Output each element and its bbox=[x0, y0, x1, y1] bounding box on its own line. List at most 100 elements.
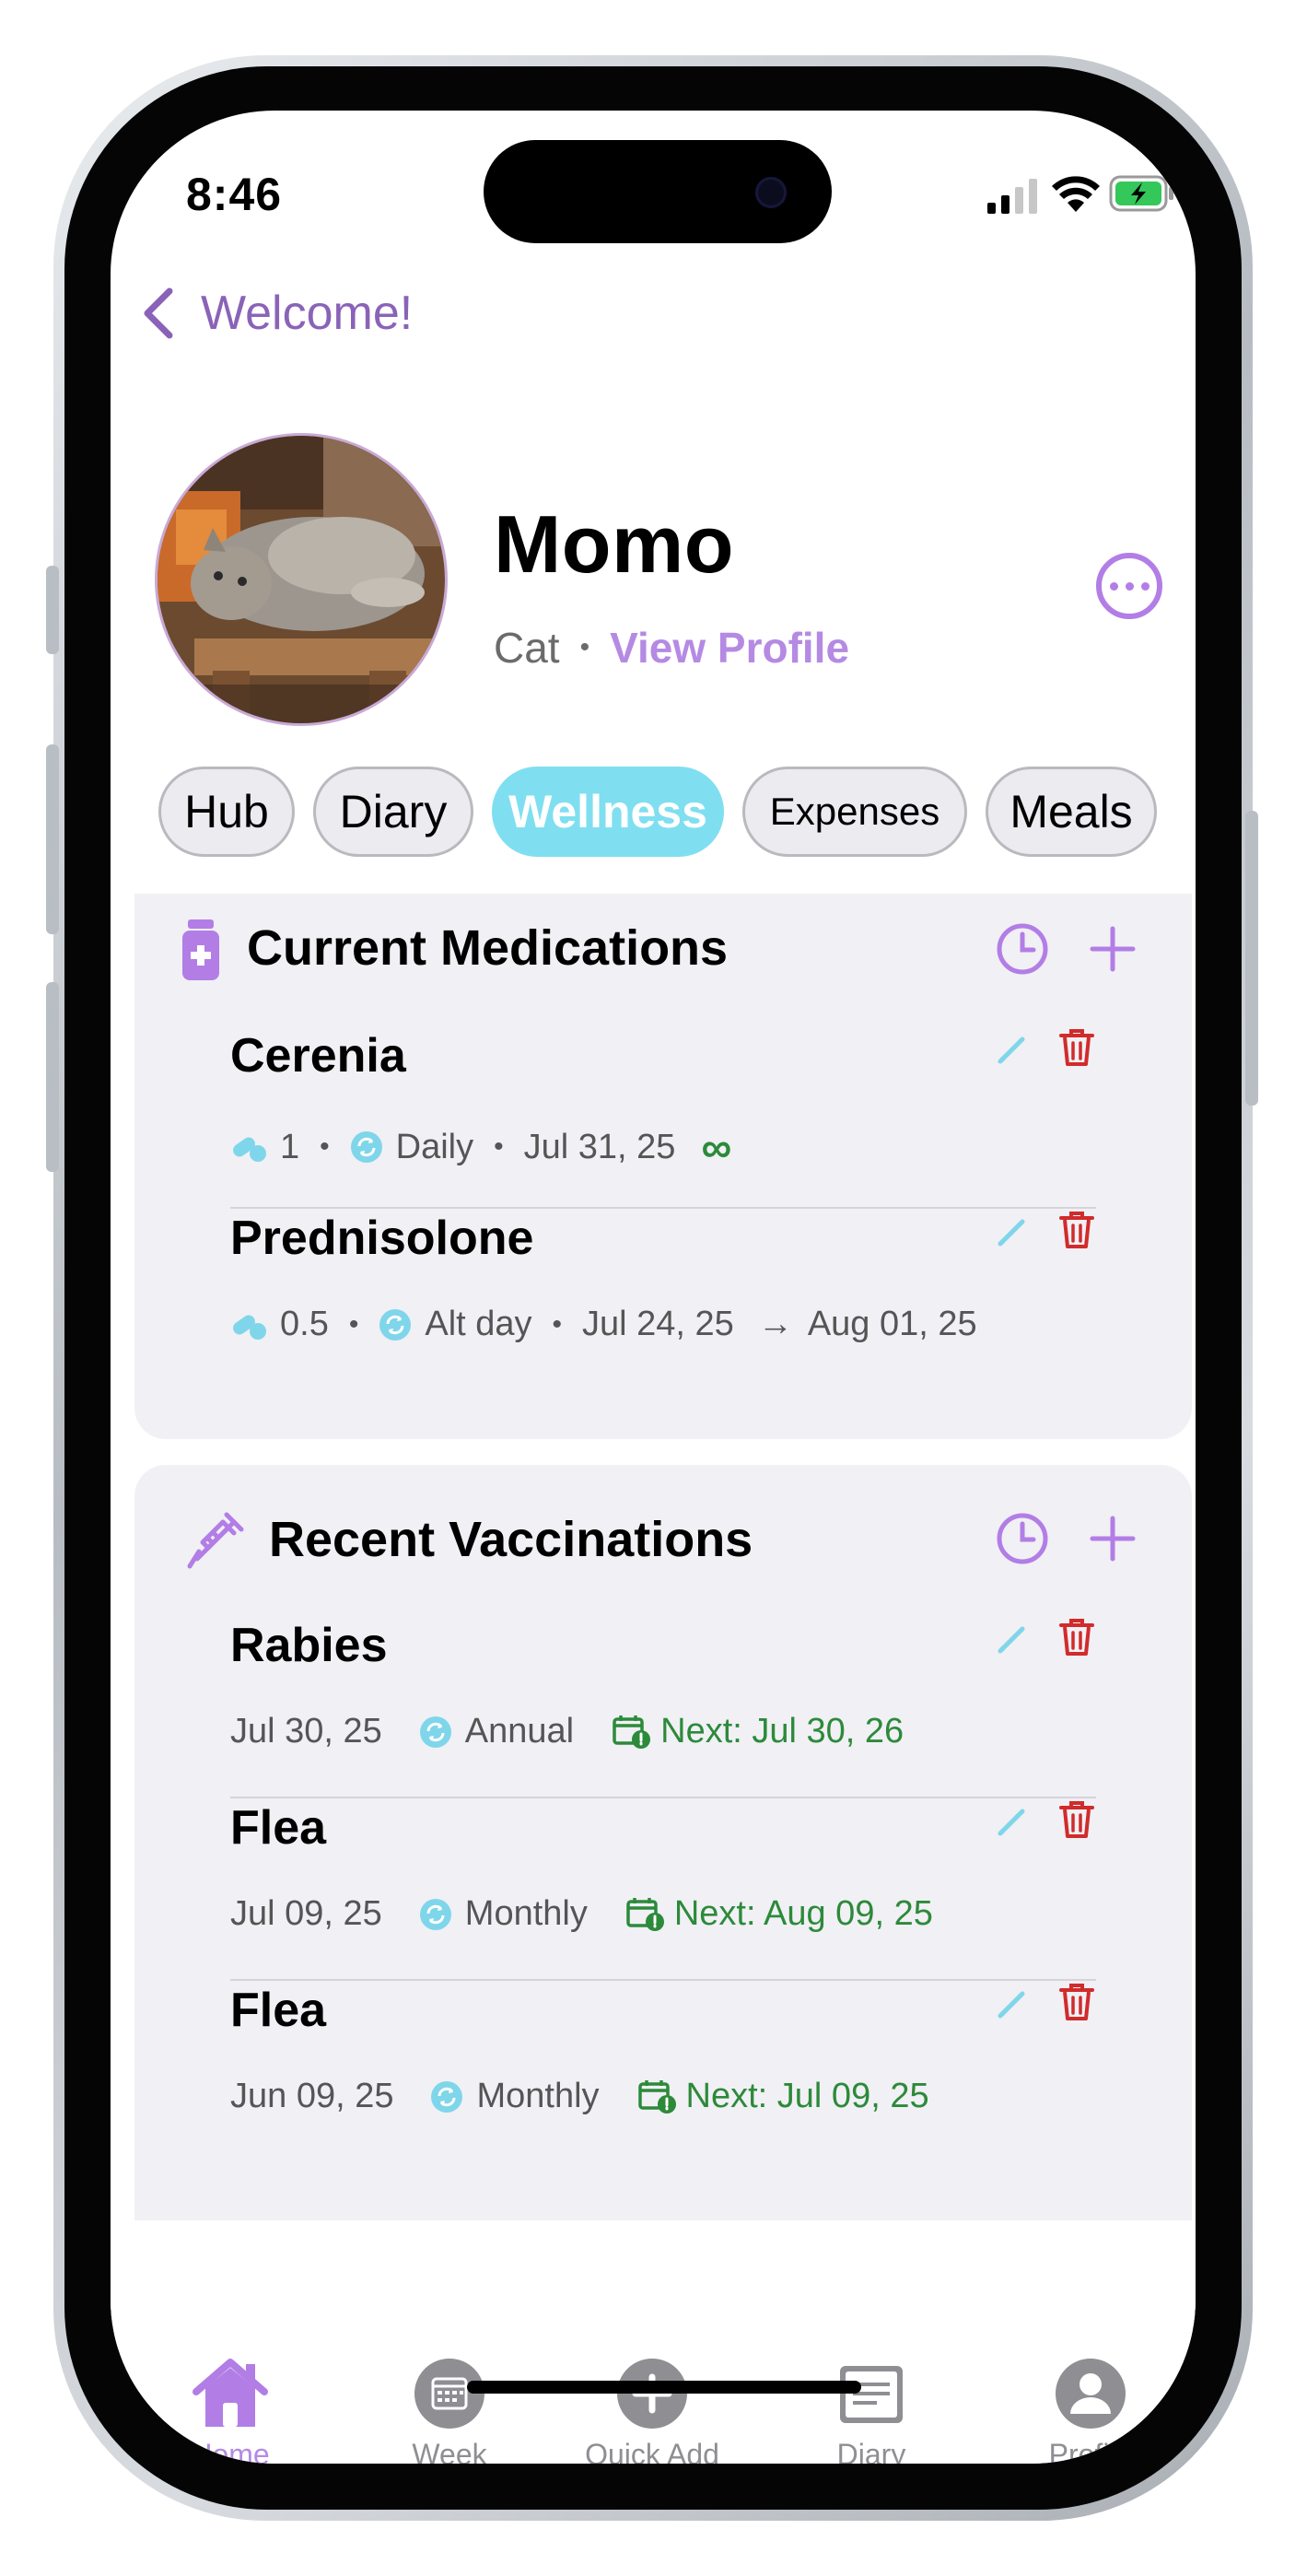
frequency: Alt day bbox=[425, 1305, 532, 1343]
back-button[interactable]: Welcome! bbox=[138, 286, 413, 341]
start-date: Jul 31, 25 bbox=[523, 1127, 676, 1166]
pet-species: Cat bbox=[494, 624, 560, 672]
ellipsis-dot bbox=[1140, 581, 1149, 591]
next-due-date: Next: Jul 09, 25 bbox=[685, 2077, 929, 2115]
volume-up-button bbox=[46, 744, 59, 934]
pills-icon bbox=[233, 1137, 266, 1162]
next-due-date: Next: Jul 30, 26 bbox=[660, 1712, 904, 1751]
separator-dot: • bbox=[320, 1131, 330, 1162]
edit-pencil-icon[interactable] bbox=[995, 1032, 1030, 1067]
separator-dot: • bbox=[348, 1308, 359, 1340]
repeat-icon bbox=[431, 2080, 463, 2113]
ellipsis-icon bbox=[1109, 581, 1118, 591]
vaccine-date: Jul 09, 25 bbox=[230, 1894, 382, 1933]
separator-dot: • bbox=[552, 1308, 563, 1340]
separator-dot: • bbox=[579, 632, 590, 662]
tabbar-home[interactable]: Home bbox=[129, 2357, 332, 2464]
chevron-left-icon bbox=[144, 287, 173, 339]
power-button bbox=[1245, 811, 1258, 1106]
repeat-icon bbox=[419, 1898, 451, 1930]
back-label: Welcome! bbox=[201, 287, 414, 340]
medication-details: 0.5 • Alt day • Jul 24, 25 → Aug 01, 25 bbox=[230, 1305, 977, 1344]
edit-pencil-icon[interactable] bbox=[995, 1986, 1030, 2021]
tabbar-profile[interactable]: Profile bbox=[989, 2357, 1192, 2464]
delete-trash-icon[interactable] bbox=[1059, 1211, 1094, 1249]
tabbar-label: Home bbox=[191, 2438, 270, 2464]
edit-pencil-icon[interactable] bbox=[995, 1622, 1030, 1657]
infinity-icon: ∞ bbox=[701, 1123, 732, 1171]
frequency: Monthly bbox=[464, 1894, 588, 1933]
calendar-icon bbox=[414, 2359, 484, 2429]
frequency: Annual bbox=[464, 1712, 575, 1751]
wifi-icon bbox=[1052, 176, 1100, 212]
add-medication-icon[interactable] bbox=[1085, 921, 1140, 977]
history-clock-icon[interactable] bbox=[995, 921, 1050, 977]
frequency: Daily bbox=[395, 1127, 474, 1166]
tabbar-label: Quick Add bbox=[585, 2438, 719, 2464]
arrow-right-icon: → bbox=[757, 1305, 793, 1343]
medications-title: Current Medications bbox=[247, 920, 729, 976]
history-clock-icon[interactable] bbox=[995, 1511, 1050, 1566]
plus-circle-icon bbox=[617, 2359, 687, 2429]
home-indicator bbox=[467, 2381, 861, 2394]
more-options-button[interactable] bbox=[1096, 553, 1162, 619]
calendar-due-icon bbox=[637, 2079, 676, 2113]
end-date: Aug 01, 25 bbox=[807, 1305, 977, 1343]
tab-wellness[interactable]: Wellness bbox=[492, 767, 724, 857]
delete-trash-icon[interactable] bbox=[1059, 1800, 1094, 1839]
status-time: 8:46 bbox=[186, 169, 283, 220]
repeat-icon bbox=[419, 1715, 451, 1748]
start-date: Jul 24, 25 bbox=[582, 1305, 734, 1343]
syringe-icon bbox=[187, 1512, 244, 1569]
delete-trash-icon[interactable] bbox=[1059, 1618, 1094, 1657]
tabbar-label: Profile bbox=[1048, 2438, 1133, 2464]
pet-name: Momo bbox=[494, 498, 735, 590]
divider bbox=[230, 1979, 1096, 1981]
vaccine-name: Rabies bbox=[230, 1619, 388, 1672]
delete-trash-icon[interactable] bbox=[1059, 1028, 1094, 1067]
person-icon bbox=[1056, 2359, 1126, 2429]
vaccine-details: Jul 09, 25 Monthly Next: Aug 09, 25 bbox=[230, 1894, 933, 1934]
tabbar-diary[interactable]: Diary bbox=[770, 2357, 973, 2464]
app-screen: 8:46 Welcome! Momo Cat • View Profile Hu… bbox=[111, 111, 1196, 2464]
pills-icon bbox=[233, 1315, 266, 1340]
delete-trash-icon[interactable] bbox=[1059, 1983, 1094, 2021]
repeat-icon bbox=[350, 1131, 382, 1163]
cat-photo bbox=[158, 436, 445, 723]
calendar-due-icon bbox=[613, 1715, 651, 1749]
divider bbox=[230, 1207, 1096, 1209]
edit-pencil-icon[interactable] bbox=[995, 1214, 1030, 1249]
volume-down-button bbox=[46, 982, 59, 1172]
home-icon bbox=[193, 2359, 268, 2427]
pill-bottle-icon bbox=[182, 919, 219, 980]
vaccinations-title: Recent Vaccinations bbox=[269, 1512, 753, 1567]
view-profile-link[interactable]: View Profile bbox=[610, 623, 849, 673]
signal-icon bbox=[987, 179, 1037, 214]
dose: 1 bbox=[280, 1127, 300, 1166]
vaccine-details: Jul 30, 25 Annual Next: Jul 30, 26 bbox=[230, 1712, 904, 1751]
add-vaccination-icon[interactable] bbox=[1085, 1511, 1140, 1566]
tab-meals[interactable]: Meals bbox=[986, 767, 1157, 857]
tabbar-week[interactable]: Week bbox=[348, 2357, 551, 2464]
pet-avatar[interactable] bbox=[155, 433, 448, 726]
front-camera bbox=[755, 177, 787, 208]
calendar-due-icon bbox=[626, 1897, 664, 1931]
vaccine-date: Jun 09, 25 bbox=[230, 2077, 394, 2115]
vaccine-date: Jul 30, 25 bbox=[230, 1712, 382, 1751]
pet-subtitle: Cat • View Profile bbox=[494, 623, 849, 673]
medication-name: Prednisolone bbox=[230, 1212, 534, 1265]
tab-bar: Home Week Quick Add Diary Profile bbox=[111, 2220, 1196, 2464]
tab-diary[interactable]: Diary bbox=[313, 767, 473, 857]
vaccine-name: Flea bbox=[230, 1984, 327, 2037]
frequency: Monthly bbox=[476, 2077, 600, 2115]
tabbar-label: Diary bbox=[836, 2438, 906, 2464]
vaccine-name: Flea bbox=[230, 1801, 327, 1855]
divider bbox=[230, 1797, 1096, 1798]
tab-hub[interactable]: Hub bbox=[158, 767, 295, 857]
edit-pencil-icon[interactable] bbox=[995, 1804, 1030, 1839]
ellipsis-dot bbox=[1125, 581, 1134, 591]
tab-expenses[interactable]: Expenses bbox=[742, 767, 967, 857]
tabbar-quick-add[interactable]: Quick Add bbox=[551, 2357, 753, 2464]
section-tabs: Hub Diary Wellness Expenses Meals bbox=[158, 767, 1157, 857]
next-due-date: Next: Aug 09, 25 bbox=[673, 1894, 933, 1933]
